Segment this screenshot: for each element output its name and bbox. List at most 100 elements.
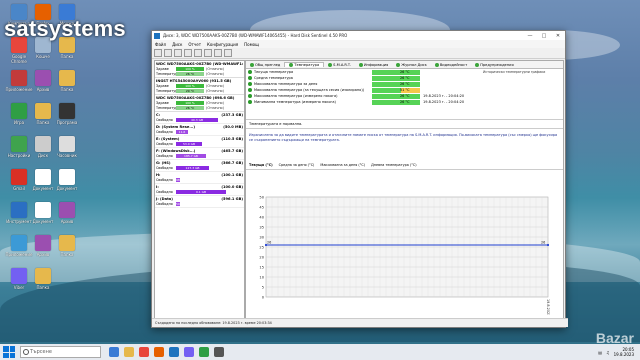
taskbar-search-box[interactable]: Търсене xyxy=(20,346,101,358)
y-tick-label: 25 xyxy=(259,245,264,249)
app-icon xyxy=(59,235,75,251)
volume-entry[interactable]: J: (Data) (596.1 GB) Свободно 590.5 GB xyxy=(155,196,244,210)
desktop-icon[interactable]: Папка xyxy=(28,268,58,295)
toolbar-exit-button[interactable] xyxy=(224,49,232,57)
disk-entry[interactable]: WDC WD7500AAKS-00Z7B0 (WD-WMAWF14065455)… xyxy=(155,61,244,78)
clock[interactable]: 20:05 19.8.2023 xyxy=(614,347,634,357)
usage-bar: 11.6 MB xyxy=(176,129,188,138)
title-bar[interactable]: Диск: 3, WDC WD7500AAKS-00Z7B0 (WD-WMAWF… xyxy=(152,31,565,40)
close-button[interactable]: ✕ xyxy=(551,33,565,39)
status-icon xyxy=(248,70,252,74)
volume-size: (100.1 GB) xyxy=(221,173,243,177)
window-title: Диск: 3, WDC WD7500AAKS-00Z7B0 (WD-WMAWF… xyxy=(163,33,348,38)
start-button[interactable] xyxy=(3,346,15,358)
app-icon xyxy=(35,70,51,86)
health-label: Здраве xyxy=(156,83,169,88)
tab-label: Предупреждения xyxy=(480,62,514,67)
tab-3[interactable]: Информация xyxy=(355,62,392,67)
desktop-icon[interactable]: Папка xyxy=(52,235,82,262)
toolbar-info-button[interactable] xyxy=(204,49,212,57)
app-icon xyxy=(59,70,75,86)
volume-entry[interactable]: E: (System) (110.5 GB) Свободно 53.0 GB xyxy=(155,136,244,148)
status-icon xyxy=(248,82,252,86)
tab-0[interactable]: Общ преглед xyxy=(246,62,284,67)
toolbar-alert-button[interactable] xyxy=(194,49,202,57)
tab-icon xyxy=(358,62,363,67)
chart-tab-3[interactable]: Дневна температура (°C) xyxy=(371,163,416,167)
menu-help[interactable]: Помощ xyxy=(241,42,262,47)
sentinel-icon[interactable] xyxy=(169,347,179,357)
menu-file[interactable]: Файл xyxy=(152,42,169,47)
toolbar-report-button[interactable] xyxy=(164,49,172,57)
menu-report[interactable]: Отчет xyxy=(185,42,204,47)
volume-size: (366.7 GB) xyxy=(221,161,243,165)
app-icon xyxy=(59,103,75,119)
toolbar-refresh-button[interactable] xyxy=(154,49,162,57)
chart-tab-2[interactable]: Максимална за деня (°C) xyxy=(320,163,365,167)
tab-1[interactable]: Температура xyxy=(284,62,325,67)
desktop-icon-label: Папка xyxy=(36,285,50,290)
volume-name: H: xyxy=(156,173,161,177)
chart-svg: 0 5 10 15 20 25 30 35 40 45 50 26 26 19.8.2023 xyxy=(259,195,550,316)
minimize-button[interactable]: — xyxy=(523,33,537,39)
network-icon[interactable]: ▤ xyxy=(598,350,602,355)
health-bar: 100 % xyxy=(176,66,204,71)
toolbar-help-button[interactable] xyxy=(214,49,222,57)
desktop-icon[interactable]: Документ xyxy=(52,169,82,196)
chart-tab-0[interactable]: Текуща (°C) xyxy=(249,163,273,167)
desktop-icon[interactable]: Архив xyxy=(52,202,82,229)
free-label: Свободно xyxy=(156,201,173,206)
app-icon xyxy=(35,202,51,218)
y-tick-label: 35 xyxy=(259,225,264,229)
menu-bar: Файл Диск Отчет Конфигурация Помощ xyxy=(152,40,565,48)
tab-4[interactable]: Журнал Диск xyxy=(392,62,431,67)
desktop-icon[interactable]: Папка xyxy=(52,70,82,97)
health-note: (Отлично) xyxy=(206,100,224,105)
tab-6[interactable]: Предупреждения xyxy=(471,62,517,67)
chrome-icon[interactable] xyxy=(139,347,149,357)
volume-entry[interactable]: D: (System Rese...) (50.0 MB) Свободно 11.6… xyxy=(155,124,244,138)
volume-icon[interactable]: ♫ xyxy=(606,350,610,355)
viber-icon[interactable] xyxy=(184,347,194,357)
volume-entry[interactable]: I: (100.0 GB) Свободно 0.1 GB xyxy=(155,184,244,196)
tab-2[interactable]: S.M.A.R.T. xyxy=(324,62,355,67)
tab-icon xyxy=(250,62,254,67)
desktop-icon[interactable]: Часовник xyxy=(52,136,82,163)
data-point xyxy=(546,243,550,247)
volume-name: J: (Data) xyxy=(156,197,173,201)
y-tick-label: 40 xyxy=(259,215,264,219)
usage-bar: 590.5 GB xyxy=(176,201,185,210)
disk-entry[interactable]: INGST HTS5450X0A9V060 (931.5 GB) Здраве 10… xyxy=(155,78,244,95)
firefox-icon[interactable] xyxy=(154,347,164,357)
app-icon xyxy=(59,169,75,185)
status-icon xyxy=(248,88,252,92)
file-explorer-icon[interactable] xyxy=(124,347,134,357)
toolbar-settings-button[interactable] xyxy=(184,49,192,57)
app-icon[interactable] xyxy=(199,347,209,357)
tab-label: S.M.A.R.T. xyxy=(333,62,351,67)
temperature-label: Средна температура xyxy=(254,76,293,80)
desktop-icon[interactable]: Програма xyxy=(52,103,82,130)
app-icon[interactable] xyxy=(214,347,224,357)
temp-bar: 29 °C xyxy=(176,88,204,93)
tab-5[interactable]: Видеодейност xyxy=(431,62,471,67)
tab-label: Видеодейност xyxy=(439,62,468,67)
temperature-label: Минимална температура (измерено някога) xyxy=(254,100,336,104)
volume-entry[interactable]: H: (100.1 GB) Свободно 98.4 GB xyxy=(155,172,244,186)
menu-disk[interactable]: Диск xyxy=(169,42,185,47)
maximize-button[interactable]: □ xyxy=(537,33,551,39)
volume-entry[interactable]: F: (WindowsDisk...) (465.7 GB) Свободно 185… xyxy=(155,148,244,160)
toolbar-test-button[interactable] xyxy=(174,49,182,57)
chart-tab-1[interactable]: Средна за деня (°C) xyxy=(279,163,315,167)
disk-entry[interactable]: WDC WD7500AAKS-00Z7B0 (698.6 GB) Здраве 10… xyxy=(155,95,244,112)
volume-name: F: (WindowsDisk...) xyxy=(156,149,196,153)
app-icon xyxy=(11,169,27,185)
volume-entry[interactable]: C: (237.3 GB) Свободно 40.3 GB xyxy=(155,112,244,124)
task-view-icon[interactable] xyxy=(109,347,119,357)
y-tick-label: 45 xyxy=(259,205,264,209)
health-bar: 100 % xyxy=(176,100,204,105)
volume-entry[interactable]: G: (HS) (366.7 GB) Свободно 127.3 GB xyxy=(155,160,244,172)
tab-icon xyxy=(475,62,480,67)
menu-config[interactable]: Конфигурация xyxy=(204,42,241,47)
health-label: Здраве xyxy=(156,100,169,105)
